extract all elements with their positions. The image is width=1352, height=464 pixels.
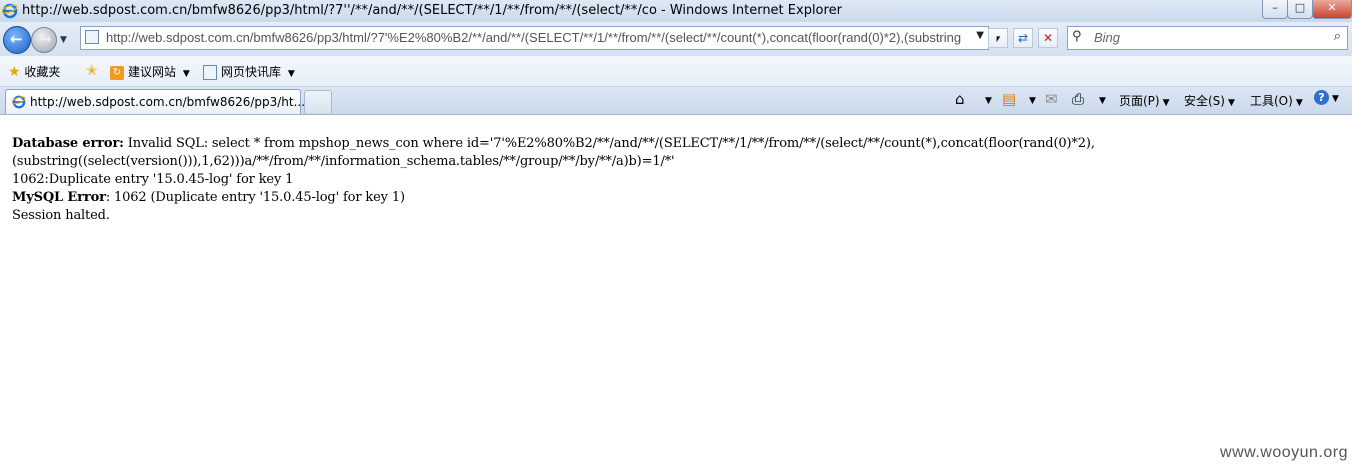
favorites-button[interactable]: ★ 收藏夹	[8, 63, 60, 80]
forward-button[interactable]: →	[31, 27, 57, 53]
window-title: http://web.sdpost.com.cn/bmfw8626/pp3/ht…	[22, 3, 842, 18]
chevron-down-icon: ▼	[182, 69, 190, 79]
search-box[interactable]: ⚲ Bing ⌕	[1067, 26, 1348, 50]
help-menu[interactable]: ? ▼	[1314, 90, 1339, 105]
database-error-line: Database error: Invalid SQL: select * fr…	[12, 136, 1095, 151]
ie-logo-icon	[12, 95, 26, 109]
chevron-down-icon: ▼	[1332, 94, 1339, 104]
mysql-error-text: : 1062 (Duplicate entry '15.0.45-log' fo…	[105, 190, 405, 205]
print-icon[interactable]: ⎙	[1072, 90, 1084, 108]
safety-menu[interactable]: 安全(S) ▼	[1184, 92, 1235, 109]
close-button[interactable]: ✕	[1312, 0, 1352, 19]
search-input[interactable]: Bing	[1094, 30, 1120, 45]
history-dropdown-icon[interactable]: ▼	[60, 35, 67, 45]
new-tab-button[interactable]	[304, 90, 332, 113]
home-dropdown-icon[interactable]: ▼	[982, 92, 992, 106]
duplicate-entry-line: 1062:Duplicate entry '15.0.45-log' for k…	[12, 172, 294, 187]
web-slice-icon	[203, 65, 217, 80]
database-error-label: Database error:	[12, 136, 124, 151]
watermark: www.wooyun.org	[1220, 444, 1348, 461]
back-button[interactable]: ←	[3, 26, 31, 54]
ie-logo-icon	[2, 3, 18, 19]
invalid-sql-text: Invalid SQL: select * from mpshop_news_c…	[123, 136, 1095, 151]
stop-icon[interactable]: ✕	[1038, 28, 1058, 48]
tab-current[interactable]: http://web.sdpost.com.cn/bmfw8626/pp3/ht…	[5, 89, 305, 114]
suggested-sites-label: 建议网站	[128, 65, 177, 79]
forward-arrow-icon: →	[39, 30, 52, 48]
maximize-button[interactable]: □	[1287, 0, 1313, 19]
favorites-label: 收藏夹	[24, 65, 61, 79]
address-bar[interactable]: http://web.sdpost.com.cn/bmfw8626/pp3/ht…	[80, 26, 989, 50]
home-icon[interactable]: ⌂	[955, 90, 965, 108]
search-icon[interactable]: ⌕	[1334, 29, 1341, 44]
add-to-favorites-bar-button[interactable]: ✭	[86, 63, 98, 79]
favorites-bar: ★ 收藏夹 ✭ ↻ 建议网站 ▼ 网页快讯库 ▼	[0, 56, 1352, 87]
favorites-star-icon: ★	[8, 64, 21, 80]
feeds-icon[interactable]: ▤	[1002, 90, 1016, 108]
refresh-icon[interactable]: ⇄	[1013, 28, 1033, 48]
mail-icon[interactable]: ✉	[1045, 90, 1058, 108]
suggested-sites-button[interactable]: ↻ 建议网站 ▼	[110, 63, 190, 80]
feeds-dropdown-icon[interactable]: ▼	[1026, 92, 1036, 106]
help-icon: ?	[1314, 90, 1329, 105]
chevron-down-icon: ▼	[287, 69, 295, 79]
address-dropdown-icon[interactable]: ▼	[976, 30, 984, 41]
print-dropdown-icon[interactable]: ▼	[1096, 92, 1106, 106]
session-halted-line: Session halted.	[12, 208, 110, 223]
web-slice-gallery-button[interactable]: 网页快讯库 ▼	[203, 63, 295, 80]
compatibility-view-icon[interactable]: ⎖	[988, 28, 1008, 48]
page-content: Database error: Invalid SQL: select * fr…	[0, 115, 1352, 464]
minimize-button[interactable]: –	[1262, 0, 1288, 19]
chevron-down-icon: ▼	[1295, 98, 1303, 108]
add-favorite-icon: ✭	[86, 63, 98, 79]
web-slice-label: 网页快讯库	[221, 65, 282, 79]
tools-menu[interactable]: 工具(O) ▼	[1250, 92, 1303, 109]
navigation-bar: ← → ▼ http://web.sdpost.com.cn/bmfw8626/…	[0, 22, 1352, 56]
back-arrow-icon: ←	[10, 30, 23, 48]
tab-bar: http://web.sdpost.com.cn/bmfw8626/pp3/ht…	[0, 87, 1352, 115]
address-input[interactable]: http://web.sdpost.com.cn/bmfw8626/pp3/ht…	[106, 30, 966, 45]
chevron-down-icon: ▼	[1162, 98, 1170, 108]
mysql-error-label: MySQL Error	[12, 190, 106, 205]
page-menu[interactable]: 页面(P) ▼	[1119, 92, 1170, 109]
page-icon	[85, 30, 99, 44]
tab-label: http://web.sdpost.com.cn/bmfw8626/pp3/ht…	[30, 95, 306, 109]
suggested-sites-icon: ↻	[110, 65, 124, 80]
window-titlebar: http://web.sdpost.com.cn/bmfw8626/pp3/ht…	[0, 0, 1352, 22]
search-provider-icon: ⚲	[1072, 29, 1082, 44]
sql-continuation-line: (substring((select(version())),1,62)))a/…	[12, 154, 675, 169]
chevron-down-icon: ▼	[1227, 98, 1235, 108]
mysql-error-line: MySQL Error: 1062 (Duplicate entry '15.0…	[12, 190, 405, 205]
